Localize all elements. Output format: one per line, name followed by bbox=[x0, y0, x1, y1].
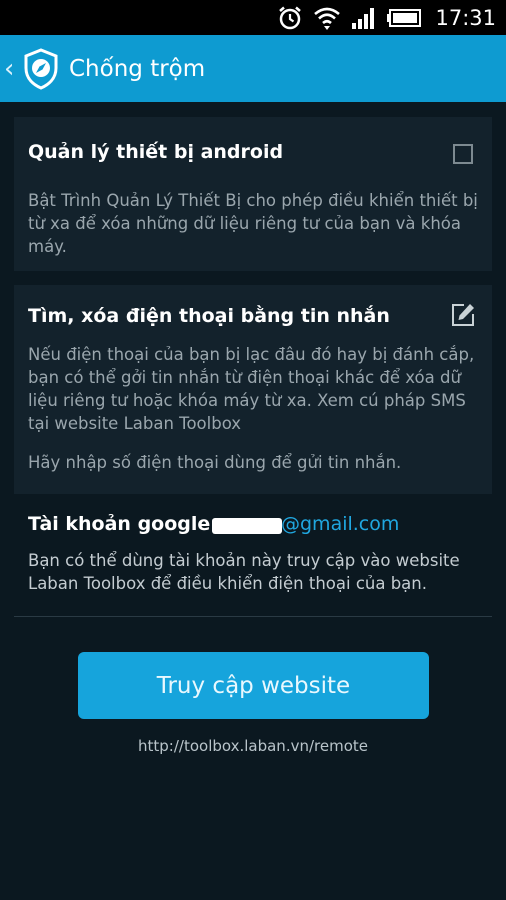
device-admin-title: Quản lý thiết bị android bbox=[28, 141, 284, 163]
account-label: Tài khoản google: bbox=[28, 513, 218, 535]
chevron-left-icon[interactable]: ‹ bbox=[4, 56, 18, 82]
page-title: Chống trộm bbox=[69, 55, 206, 82]
remote-url: http://toolbox.laban.vn/remote bbox=[138, 737, 368, 755]
sms-wipe-title: Tìm, xóa điện thoại bằng tin nhắn bbox=[28, 305, 390, 327]
account-description: Bạn có thể dùng tài khoản này truy cập v… bbox=[28, 551, 460, 593]
status-bar: 17:31 bbox=[0, 0, 506, 35]
redacted-email-user bbox=[212, 518, 282, 534]
edit-icon[interactable] bbox=[450, 302, 476, 328]
sms-wipe-card[interactable]: Tìm, xóa điện thoại bằng tin nhắn Nếu đi… bbox=[14, 285, 492, 494]
wifi-icon bbox=[313, 5, 341, 31]
alarm-icon bbox=[277, 5, 303, 31]
visit-website-button[interactable]: Truy cập website bbox=[78, 652, 429, 719]
device-admin-card[interactable]: Quản lý thiết bị android Bật Trình Quản … bbox=[14, 117, 492, 271]
device-admin-description: Bật Trình Quản Lý Thiết Bị cho phép điều… bbox=[28, 191, 478, 256]
battery-icon bbox=[387, 8, 422, 27]
clock: 17:31 bbox=[435, 5, 496, 30]
device-admin-checkbox[interactable] bbox=[453, 144, 473, 164]
divider bbox=[14, 616, 492, 617]
action-bar: ‹ Chống trộm bbox=[0, 35, 506, 102]
shield-compass-icon[interactable] bbox=[22, 47, 60, 90]
signal-icon bbox=[351, 7, 377, 29]
email-domain: @gmail.com bbox=[281, 513, 400, 535]
sms-wipe-hint[interactable]: Hãy nhập số điện thoại dùng để gửi tin n… bbox=[28, 451, 490, 474]
sms-wipe-description: Nếu điện thoại của bạn bị lạc đâu đó hay… bbox=[28, 345, 475, 433]
